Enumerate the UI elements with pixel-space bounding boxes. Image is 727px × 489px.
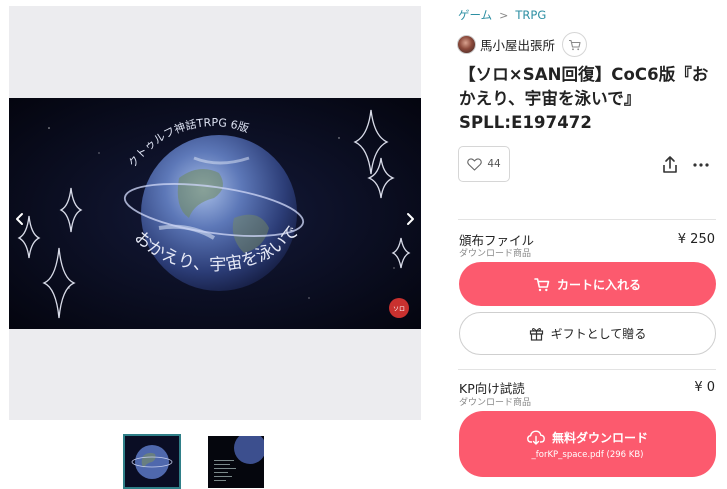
like-count: 44	[487, 158, 501, 170]
shop-cart-button[interactable]	[562, 32, 588, 57]
more-horizontal-icon	[693, 163, 709, 167]
cloud-download-icon	[527, 430, 545, 445]
thumbnail-strip	[0, 434, 421, 489]
gallery-prev-button[interactable]	[10, 208, 30, 230]
add-to-cart-label: カートに入れる	[556, 277, 641, 292]
heart-icon	[467, 157, 483, 171]
thumbnail-1[interactable]	[123, 434, 181, 489]
cart-icon	[534, 277, 550, 291]
share-button[interactable]	[660, 154, 680, 176]
product-info-panel: ゲーム > TRPG 馬小屋出張所 【ソロ×SAN回復】CoC6版『おかえり、宇…	[448, 0, 727, 489]
more-options-button[interactable]	[690, 154, 712, 176]
cart-icon	[569, 39, 581, 50]
variant-type: ダウンロード商品	[459, 249, 532, 259]
thumbnail-2[interactable]	[208, 436, 264, 488]
shop-info: 馬小屋出張所	[457, 32, 588, 57]
shop-avatar[interactable]	[457, 35, 476, 54]
gift-label: ギフトとして贈る	[550, 327, 647, 341]
breadcrumb-item-game[interactable]: ゲーム	[458, 7, 492, 23]
image-gallery: クトゥルフ神話TRPG 6版 おかえり、宇宙を泳いで ソロ	[9, 6, 421, 420]
chevron-right-icon: >	[499, 8, 509, 22]
variant-price: ¥ 0	[694, 380, 715, 395]
shop-name[interactable]: 馬小屋出張所	[480, 35, 555, 54]
breadcrumb-item-trpg[interactable]: TRPG	[515, 8, 546, 22]
free-download-button[interactable]: 無料ダウンロード _forKP_space.pdf (296 KB)	[459, 411, 716, 477]
divider	[458, 219, 716, 220]
product-title: 【ソロ×SAN回復】CoC6版『おかえり、宇宙を泳いで』SPLL:E197472	[459, 65, 709, 132]
gift-button[interactable]: ギフトとして贈る	[459, 312, 716, 355]
share-icon	[663, 156, 677, 173]
gift-icon	[529, 327, 543, 341]
divider	[458, 369, 716, 370]
main-product-image[interactable]: クトゥルフ神話TRPG 6版 おかえり、宇宙を泳いで ソロ	[9, 98, 421, 329]
like-button[interactable]: 44	[458, 146, 510, 182]
cover-art: クトゥルフ神話TRPG 6版 おかえり、宇宙を泳いで ソロ	[9, 98, 421, 329]
chevron-right-icon	[407, 213, 414, 225]
breadcrumb: ゲーム > TRPG	[458, 7, 546, 23]
free-download-label: 無料ダウンロード	[551, 430, 648, 445]
gallery-next-button[interactable]	[400, 208, 420, 230]
chevron-left-icon	[16, 213, 23, 225]
seal-text: ソロ	[393, 306, 405, 313]
variant-type: ダウンロード商品	[459, 398, 532, 408]
variant-price: ¥ 250	[677, 232, 715, 247]
add-to-cart-button[interactable]: カートに入れる	[459, 262, 716, 306]
download-file-info: _forKP_space.pdf (296 KB)	[531, 449, 644, 460]
